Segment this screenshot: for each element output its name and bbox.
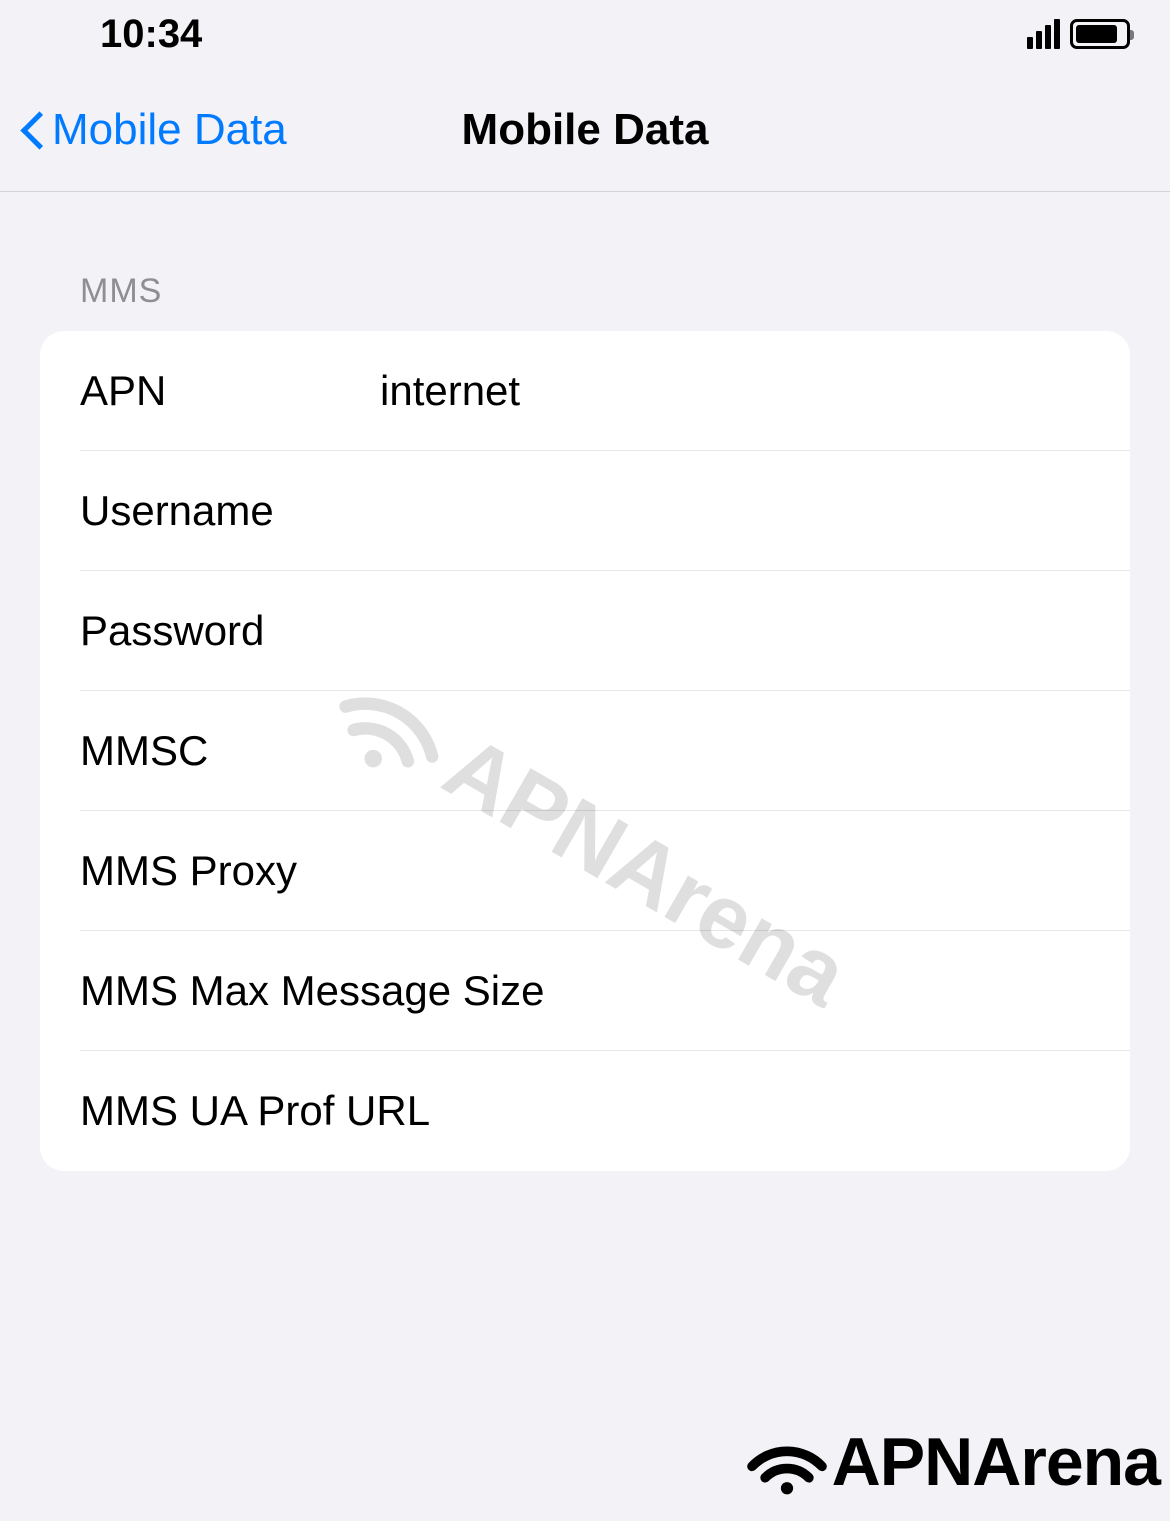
content-area: MMS APN Username Password MMSC MMS Proxy…	[0, 192, 1170, 1171]
label-apn: APN	[80, 367, 380, 415]
back-button[interactable]: Mobile Data	[20, 105, 287, 155]
label-username: Username	[80, 487, 380, 535]
section-header-mms: MMS	[40, 272, 1130, 331]
input-mms-proxy[interactable]	[380, 847, 1090, 895]
row-mms-max-size[interactable]: MMS Max Message Size	[40, 931, 1130, 1051]
footer-text: APNArena	[832, 1423, 1160, 1501]
page-title: Mobile Data	[462, 105, 709, 155]
input-mms-max-size[interactable]	[549, 967, 1090, 1015]
label-mms-max-size: MMS Max Message Size	[80, 967, 549, 1015]
row-mms-ua-prof[interactable]: MMS UA Prof URL	[40, 1051, 1130, 1171]
input-mmsc[interactable]	[380, 727, 1090, 775]
row-mms-proxy[interactable]: MMS Proxy	[40, 811, 1130, 931]
settings-group-mms: APN Username Password MMSC MMS Proxy MMS…	[40, 331, 1130, 1171]
input-password[interactable]	[380, 607, 1090, 655]
row-mmsc[interactable]: MMSC	[40, 691, 1130, 811]
cellular-signal-icon	[1027, 19, 1060, 49]
input-username[interactable]	[380, 487, 1090, 535]
chevron-left-icon	[20, 110, 44, 150]
wifi-icon	[742, 1427, 832, 1497]
status-icons	[1027, 19, 1130, 49]
label-mms-ua-prof: MMS UA Prof URL	[80, 1087, 549, 1135]
battery-icon	[1070, 19, 1130, 49]
back-label: Mobile Data	[52, 105, 287, 155]
label-mmsc: MMSC	[80, 727, 380, 775]
input-apn[interactable]	[380, 367, 1090, 415]
row-password[interactable]: Password	[40, 571, 1130, 691]
row-apn[interactable]: APN	[40, 331, 1130, 451]
status-bar: 10:34	[0, 0, 1170, 68]
footer-logo: APNArena	[742, 1423, 1160, 1501]
input-mms-ua-prof[interactable]	[549, 1087, 1090, 1135]
status-time: 10:34	[100, 12, 202, 57]
navigation-bar: Mobile Data Mobile Data	[0, 68, 1170, 192]
row-username[interactable]: Username	[40, 451, 1130, 571]
label-mms-proxy: MMS Proxy	[80, 847, 380, 895]
label-password: Password	[80, 607, 380, 655]
